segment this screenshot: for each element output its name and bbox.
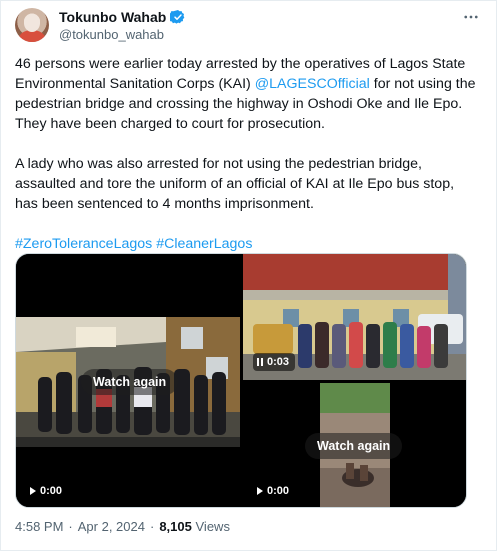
mention-link[interactable]: @LAGESCOfficial [255,76,370,92]
watch-again-button[interactable]: Watch again [81,369,179,395]
hashtag-link[interactable]: #ZeroToleranceLagos [15,236,152,252]
play-icon [257,487,263,495]
media-grid: Watch again 0:00 0:03 Watch again 0:00 [15,253,467,508]
video-3[interactable]: Watch again 0:00 [243,383,466,507]
video-2-time: 0:03 [267,356,290,368]
video-1[interactable]: Watch again 0:00 [16,254,240,507]
video-3-time: 0:00 [267,485,290,497]
views[interactable]: 8,105 Views [159,519,230,534]
views-count: 8,105 [159,519,192,534]
views-label: Views [195,519,230,534]
video-2[interactable]: 0:03 [243,254,466,380]
avatar[interactable] [15,8,49,42]
tweet-text: 46 persons were earlier today arrested b… [15,54,480,274]
author-handle[interactable]: @tokunbo_wahab [59,27,164,42]
author-name[interactable]: Tokunbo Wahab [59,9,166,25]
separator: · [68,519,73,534]
watch-again-button[interactable]: Watch again [305,433,403,459]
tweet-meta: 4:58 PM · Apr 2, 2024 · 8,105 Views [15,519,230,534]
tweet-date[interactable]: Apr 2, 2024 [78,519,145,534]
tweet-card: Tokunbo Wahab @tokunbo_wahab 46 persons … [0,0,497,551]
tweet-paragraph-2: A lady who was also arrested for not usi… [15,156,455,212]
play-icon [30,487,36,495]
pause-icon [257,358,263,366]
author-name-row: Tokunbo Wahab [59,9,186,25]
video-2-time-badge[interactable]: 0:03 [253,353,296,371]
hashtag-link[interactable]: #CleanerLagos [156,236,252,252]
hashtags: #ZeroToleranceLagos #CleanerLagos [15,234,480,254]
video-1-time: 0:00 [40,485,63,497]
video-1-time-badge[interactable]: 0:00 [26,482,69,500]
separator: · [149,519,155,534]
tweet-paragraph-1: 46 persons were earlier today arrested b… [15,54,480,134]
more-options-icon[interactable] [460,8,482,30]
avatar-face [24,14,40,32]
verified-badge-icon [170,10,185,24]
tweet-header: Tokunbo Wahab @tokunbo_wahab [15,8,482,46]
video-3-time-badge[interactable]: 0:00 [253,482,296,500]
tweet-time[interactable]: 4:58 PM [15,519,63,534]
